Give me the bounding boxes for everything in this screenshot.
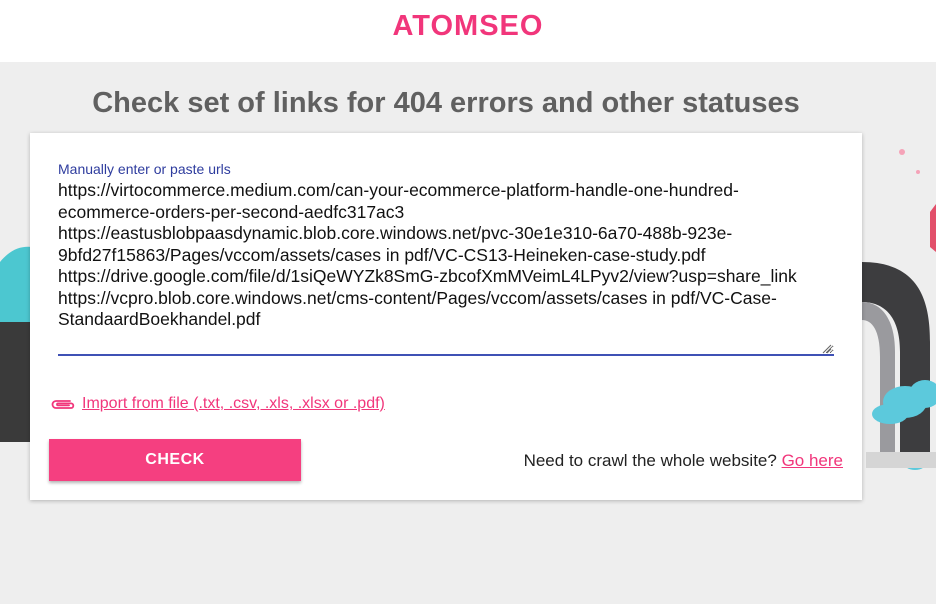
page-headline: Check set of links for 404 errors and ot… bbox=[92, 87, 800, 119]
import-link-label[interactable]: Import from file (.txt, .csv, .xls, .xls… bbox=[82, 395, 385, 413]
import-from-file-link[interactable]: Import from file (.txt, .csv, .xls, .xls… bbox=[50, 395, 385, 413]
crawl-prompt-text: Need to crawl the whole website? bbox=[523, 451, 777, 470]
crawl-prompt: Need to crawl the whole website? Go here bbox=[524, 451, 843, 471]
resize-handle-icon[interactable] bbox=[822, 344, 832, 354]
link-checker-card: Manually enter or paste urls https://vir… bbox=[30, 133, 862, 500]
rocket-shape bbox=[930, 204, 936, 252]
paperclip-icon bbox=[51, 400, 75, 409]
urls-textarea[interactable]: https://virtocommerce.medium.com/can-you… bbox=[58, 180, 834, 356]
urls-field-label: Manually enter or paste urls bbox=[58, 161, 231, 177]
dark-pillar-shape bbox=[0, 322, 30, 442]
top-bar: ATOMSEO bbox=[0, 0, 936, 62]
dark-loop-shape bbox=[862, 262, 930, 462]
dot-shape bbox=[899, 149, 905, 155]
check-button[interactable]: CHECK bbox=[49, 439, 301, 481]
cloud-shape bbox=[872, 404, 908, 424]
dot-shape bbox=[916, 170, 920, 174]
teal-block-shape bbox=[0, 267, 30, 322]
go-here-link[interactable]: Go here bbox=[782, 451, 843, 470]
atomseo-logo[interactable]: ATOMSEO bbox=[393, 10, 544, 43]
grey-loop-shape bbox=[862, 302, 895, 457]
road-shape bbox=[866, 452, 936, 468]
